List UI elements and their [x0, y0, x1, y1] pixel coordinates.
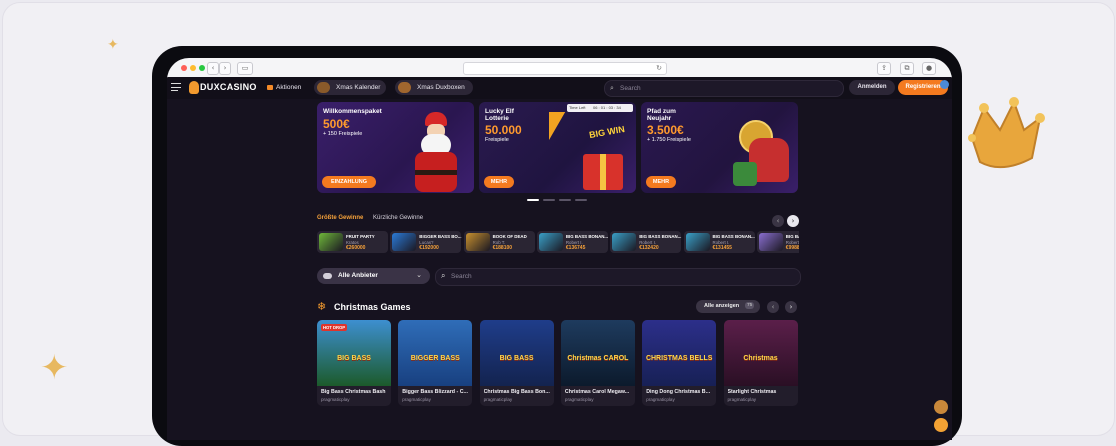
game-thumbnail-title: BIG BASS: [337, 355, 371, 362]
win-card[interactable]: BIG BASS BONAN... Robert I. €132420: [610, 231, 681, 253]
game-search-input[interactable]: ⌕ Search: [435, 268, 801, 286]
game-thumbnail-title: BIGGER BASS: [410, 355, 460, 362]
provider-select-label: Alle Anbieter: [338, 272, 378, 279]
win-game-thumbnail: [538, 233, 563, 251]
controller-icon: [323, 273, 332, 279]
win-card[interactable]: BIGGER BASS BO... Lucas? €192000: [390, 231, 462, 253]
win-game-thumbnail: [758, 233, 783, 251]
login-label: Anmelden: [857, 84, 887, 90]
download-icon[interactable]: ●: [922, 62, 936, 75]
show-all-label: Alle anzeigen: [704, 303, 740, 309]
win-card[interactable]: FRUIT PARTY Kratos €260000: [317, 231, 388, 253]
win-amount: €131455: [712, 245, 732, 251]
game-thumbnail-title: CHRISTMAS BELLS: [645, 355, 713, 362]
win-game-thumbnail: [612, 233, 637, 251]
win-game-thumbnail: [319, 233, 343, 251]
win-game-thumbnail: [465, 233, 490, 251]
game-search-placeholder: Search: [451, 273, 472, 280]
login-button[interactable]: Anmelden: [849, 80, 895, 95]
sparkle-icon: ✦: [107, 37, 119, 53]
win-amount: €192000: [419, 245, 439, 251]
game-thumbnail: Christmas CAROL: [560, 320, 635, 386]
provider-select[interactable]: Alle Anbieter ⌄: [317, 268, 430, 284]
game-thumbnail: CHRISTMAS BELLS: [642, 320, 717, 386]
game-thumbnail: Christmas: [723, 320, 798, 386]
christmas-next-button[interactable]: ›: [785, 301, 797, 313]
mascot-icon[interactable]: [934, 400, 948, 414]
wins-list: FRUIT PARTY Kratos €260000 BIGGER BASS BO..…: [167, 58, 799, 258]
game-card[interactable]: Christmas CAROL Christmas Carol Megaw... p…: [560, 320, 635, 406]
win-game-name: BIG BASS: [785, 234, 799, 239]
win-card[interactable]: BIG BASS BONAN... Robert I. €131455: [683, 231, 755, 253]
show-all-button[interactable]: Alle anzeigen 75: [696, 300, 760, 313]
game-provider: pragmaticplay: [483, 397, 513, 402]
win-amount: €99881: [785, 245, 799, 251]
register-label: Registrieren: [905, 84, 941, 90]
game-thumbnail-title: BIG BASS: [499, 355, 534, 362]
win-amount: €188100: [492, 245, 513, 251]
win-card[interactable]: BOOK OF DEAD Rob T. €188100: [463, 231, 535, 253]
game-provider: pragmaticplay: [402, 397, 431, 402]
win-game-name: BIG BASS BONAN...: [712, 234, 755, 239]
chevron-down-icon: ⌄: [416, 271, 422, 279]
browser-screen: ‹ › ▭ ↻ ⇪ ⧉ ● DUXCASINO Aktionen Xmas Ka…: [167, 58, 952, 440]
christmas-section-title: Christmas Games: [334, 302, 411, 312]
game-thumbnail-title: Christmas: [743, 355, 778, 362]
game-name: Big Bass Christmas Bash: [321, 389, 386, 395]
game-card[interactable]: CHRISTMAS BELLS Ding Dong Christmas B... p…: [642, 320, 717, 406]
win-game-name: BIG BASS BONAN...: [639, 234, 682, 239]
win-game-name: FRUIT PARTY: [346, 234, 375, 239]
game-name: Christmas Big Bass Bon...: [483, 389, 550, 395]
game-provider: pragmaticplay: [727, 397, 757, 402]
game-name: Starlight Christmas: [727, 389, 777, 395]
win-card[interactable]: BIG BASSRobert I.€99881: [756, 231, 799, 253]
game-provider: pragmaticplay: [646, 397, 675, 402]
win-amount: €260000: [346, 245, 366, 251]
christmas-prev-button[interactable]: ‹: [767, 301, 779, 313]
game-card[interactable]: BIGGER BASS Bigger Bass Blizzard - C... pr…: [398, 320, 473, 406]
game-card[interactable]: BIG BASS HOT DROP Big Bass Christmas Bash p…: [317, 320, 391, 406]
win-game-thumbnail: [392, 233, 417, 251]
game-card[interactable]: BIG BASS Christmas Big Bass Bon... pragmat…: [479, 320, 554, 406]
win-amount: €136745: [565, 245, 586, 251]
chat-icon[interactable]: [934, 418, 948, 432]
win-game-name: BIGGER BASS BO...: [419, 234, 462, 239]
win-game-thumbnail: [685, 233, 710, 251]
snowflake-icon: ❄: [317, 300, 327, 313]
game-provider: pragmaticplay: [564, 397, 594, 402]
game-thumbnail-title: Christmas CAROL: [567, 355, 629, 362]
show-all-count: 75: [745, 302, 755, 309]
win-amount: €132420: [639, 245, 659, 251]
share-icon[interactable]: ⇪: [877, 62, 891, 75]
search-icon: ⌕: [441, 271, 446, 280]
hot-drop-badge: HOT DROP: [321, 324, 348, 331]
game-name: Bigger Bass Blizzard - C...: [402, 389, 468, 395]
win-card[interactable]: BIG BASS BONAN... Robert I. €136745: [536, 231, 609, 253]
game-name: Christmas Carol Megaw...: [564, 389, 630, 395]
game-thumbnail: BIGGER BASS: [398, 320, 473, 386]
game-name: Ding Dong Christmas B...: [646, 389, 711, 395]
tabs-icon[interactable]: ⧉: [900, 62, 914, 75]
game-provider: pragmaticplay: [321, 397, 350, 402]
game-thumbnail: BIG BASS: [479, 320, 554, 386]
sparkle-icon: ✦: [40, 348, 69, 388]
crown-badge-icon: [940, 80, 949, 89]
game-card[interactable]: Christmas Starlight Christmas pragmaticpla…: [723, 320, 798, 406]
win-game-name: BOOK OF DEAD: [492, 234, 527, 239]
crown-icon: [968, 97, 1045, 169]
win-game-name: BIG BASS BONAN...: [565, 234, 609, 239]
